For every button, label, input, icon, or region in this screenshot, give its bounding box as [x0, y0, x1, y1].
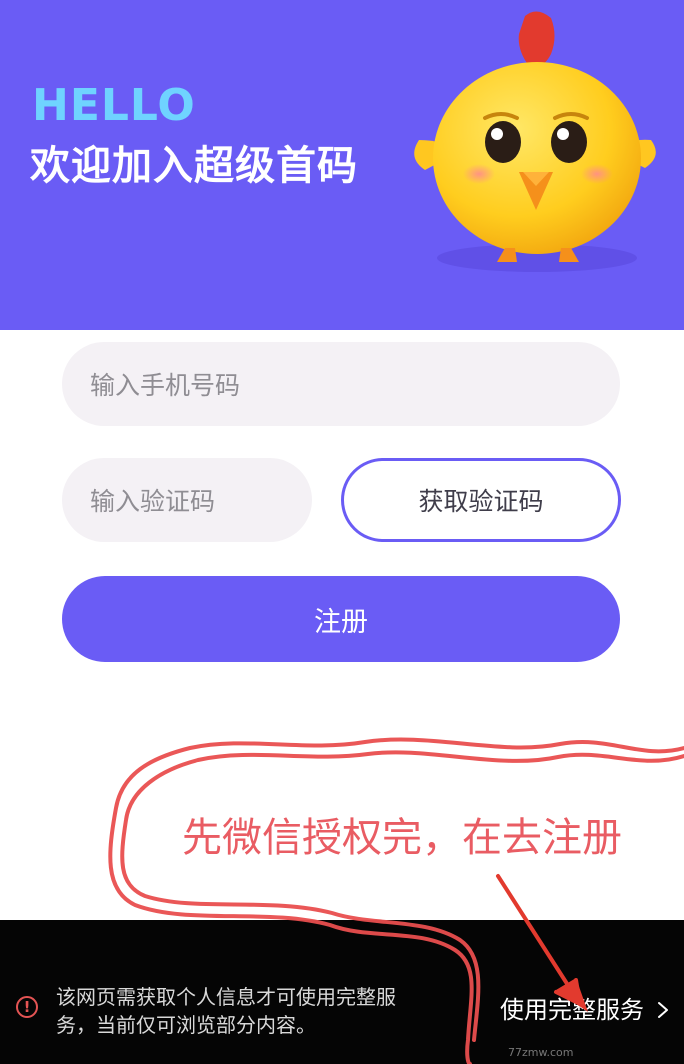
annotation-text: 先微信授权完，在去注册	[182, 815, 622, 861]
phone-placeholder: 输入手机号码	[90, 371, 241, 400]
get-code-label: 获取验证码	[418, 487, 544, 516]
permission-bar: ! 该网页需获取个人信息才可使用完整服务，当前仅可浏览部分内容。 使用完整服务	[0, 920, 684, 1064]
verification-code-input[interactable]: 输入验证码	[62, 458, 312, 542]
code-placeholder: 输入验证码	[90, 487, 216, 516]
chick-mascot-image	[414, 11, 656, 272]
hello-title: HELLO	[32, 80, 196, 131]
full-service-link[interactable]: 使用完整服务	[500, 994, 644, 1026]
watermark: 77zmw.com	[508, 1046, 574, 1059]
get-code-button[interactable]: 获取验证码	[341, 458, 621, 542]
register-button[interactable]: 注册	[62, 576, 620, 662]
chevron-right-icon[interactable]	[653, 1000, 673, 1020]
welcome-title: 欢迎加入超级首码	[30, 143, 358, 189]
header-banner: HELLO 欢迎加入超级首码	[0, 0, 684, 330]
warning-icon: !	[16, 996, 38, 1018]
permission-notice: 该网页需获取个人信息才可使用完整服务，当前仅可浏览部分内容。	[56, 985, 396, 1037]
register-label: 注册	[314, 606, 368, 638]
phone-input[interactable]: 输入手机号码	[62, 342, 620, 426]
